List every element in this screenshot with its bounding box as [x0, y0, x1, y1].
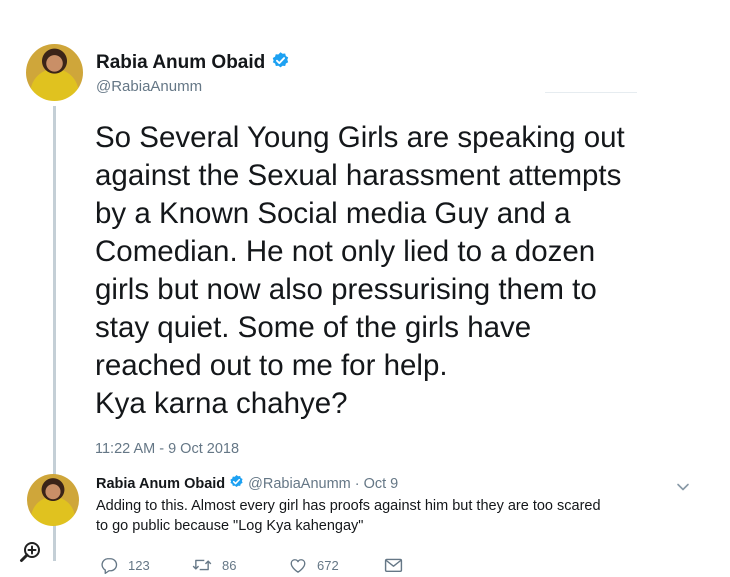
main-tweet-author-handle[interactable]: @RabiaAnumm: [96, 78, 202, 95]
header-divider: [545, 92, 637, 93]
main-tweet-author-name[interactable]: Rabia Anum Obaid: [96, 52, 265, 74]
like-action[interactable]: 672: [289, 557, 339, 573]
direct-message-action[interactable]: [384, 557, 403, 573]
like-count: 672: [317, 557, 339, 573]
reply-tweet-author-name[interactable]: Rabia Anum Obaid: [96, 476, 225, 492]
main-tweet-timestamp[interactable]: 11:22 AM - 9 Oct 2018: [95, 441, 239, 457]
main-tweet-text: So Several Young Girls are speaking out …: [95, 121, 625, 420]
verified-badge-icon: [271, 51, 290, 75]
reply-icon: [100, 557, 118, 574]
verified-badge-icon: [229, 474, 244, 493]
heart-icon: [289, 557, 307, 573]
reply-tweet-author-handle[interactable]: @RabiaAnumm: [248, 476, 351, 492]
reply-count: 123: [128, 558, 150, 573]
retweet-action[interactable]: 86: [192, 557, 236, 573]
envelope-icon: [384, 557, 403, 573]
reply-tweet-text: Adding to this. Almost every girl has pr…: [96, 498, 601, 534]
reply-tweet-date[interactable]: · Oct 9: [355, 476, 399, 492]
chevron-down-icon[interactable]: [676, 479, 690, 497]
main-tweet-author: Rabia Anum Obaid: [96, 51, 290, 75]
retweet-icon: [192, 557, 212, 573]
retweet-count: 86: [222, 557, 237, 573]
main-tweet-avatar[interactable]: [26, 44, 83, 101]
zoom-in-icon[interactable]: [19, 540, 43, 569]
reply-tweet-header: Rabia Anum Obaid @RabiaAnumm · Oct 9: [96, 474, 398, 493]
reply-tweet-avatar[interactable]: [27, 474, 79, 526]
reply-action[interactable]: 123: [100, 557, 150, 574]
